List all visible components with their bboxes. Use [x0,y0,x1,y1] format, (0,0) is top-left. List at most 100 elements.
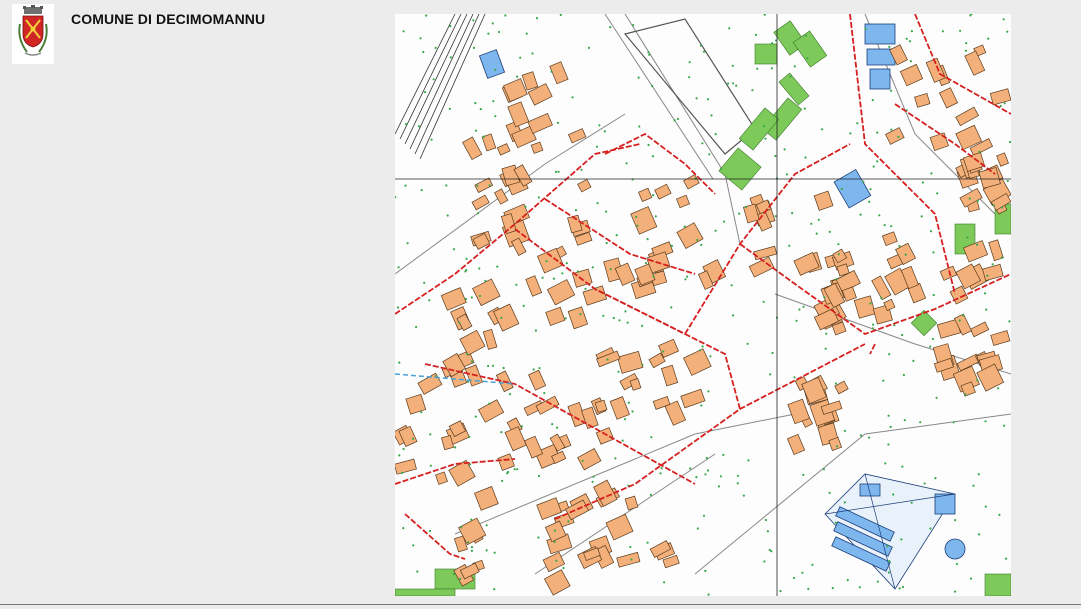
tree-dot [723,220,726,223]
tree-dot [763,125,766,128]
tree-dot [617,370,620,373]
tree-dot [869,302,872,305]
tree-dot [849,132,852,135]
tree-dot [428,299,431,302]
tree-dot [985,308,988,311]
tree-dot [651,84,654,88]
tree-dot [411,437,415,440]
tree-dot [719,475,722,478]
tree-dot [405,123,408,126]
tree-dot [416,570,419,573]
tree-dot [890,128,893,131]
tree-dot [686,275,689,278]
tree-dot [422,50,425,54]
tree-dot [638,125,641,128]
tree-dot [701,345,704,348]
tree-dot [641,363,644,366]
tree-dot [515,283,518,286]
building-block [989,88,1011,106]
tree-dot [900,538,903,541]
building-block [577,448,602,471]
building-block [497,453,515,471]
tree-dot [474,129,478,132]
tree-dot [975,243,979,246]
tree-dot [728,27,731,30]
tree-dot [470,360,474,363]
tree-dot [660,467,663,470]
tree-dot [556,121,559,124]
tree-dot [770,67,773,70]
tree-dot [843,501,846,504]
tree-dot [871,99,874,102]
tree-dot [897,135,900,138]
tree-dot [631,410,634,413]
tree-dot [890,89,893,92]
tree-dot [627,401,630,404]
tree-dot [964,49,968,52]
tree-dot [662,350,665,353]
building-block [786,433,806,456]
tree-dot [958,319,961,322]
tree-dot [793,376,796,379]
tree-dot [856,122,859,125]
building-block [549,61,569,85]
tree-dot [580,168,583,171]
tree-dot [831,587,834,590]
tree-dot [395,196,397,199]
tree-dot [887,571,890,574]
tree-dot [609,268,612,271]
tree-dot [736,482,739,485]
building-block [990,330,1011,346]
tree-dot [429,433,432,436]
tree-dot [430,138,433,141]
building-block [462,136,483,161]
tree-dot [976,199,979,202]
tree-dot [618,319,621,322]
tree-dot [798,308,801,311]
tree-dot [476,212,480,215]
building-block [504,426,527,452]
tree-dot [886,545,889,548]
building-block [543,569,571,596]
tree-dot [479,108,482,111]
building-block [494,188,509,205]
tree-dot [478,267,481,270]
tree-dot [564,317,567,320]
building-block [567,306,589,330]
tree-dot [858,586,861,589]
tree-dot [859,213,862,216]
tree-dot [676,117,679,121]
tree-dot [652,194,655,197]
tree-dot [930,172,933,175]
building-block [683,348,712,376]
tree-dot [472,19,475,22]
tree-dot [736,474,740,477]
tree-dot [538,367,541,370]
tree-dot [929,527,932,530]
tree-dot [823,296,826,299]
tree-dot [482,135,485,138]
tree-dot [876,580,879,583]
tree-dot [484,279,487,282]
building-block [474,486,499,511]
tree-dot [452,248,455,251]
tree-dot [623,418,627,421]
tree-dot [912,359,915,362]
tree-dot [704,569,707,573]
tree-dot [788,244,791,247]
tree-dot [689,467,692,470]
tree-dot [868,200,871,203]
tree-dot [987,37,990,40]
tree-dot [491,22,494,25]
tree-dot [754,33,757,36]
tree-dot [465,257,468,260]
tree-dot [649,493,652,496]
page-title: COMUNE DI DECIMOMANNU [71,11,266,27]
tree-dot [969,577,973,580]
tree-dot [887,443,890,446]
tree-dot [929,345,932,348]
tree-dot [751,89,754,92]
tree-dot [828,230,831,233]
tree-dot [535,17,539,20]
building-block [996,152,1009,167]
